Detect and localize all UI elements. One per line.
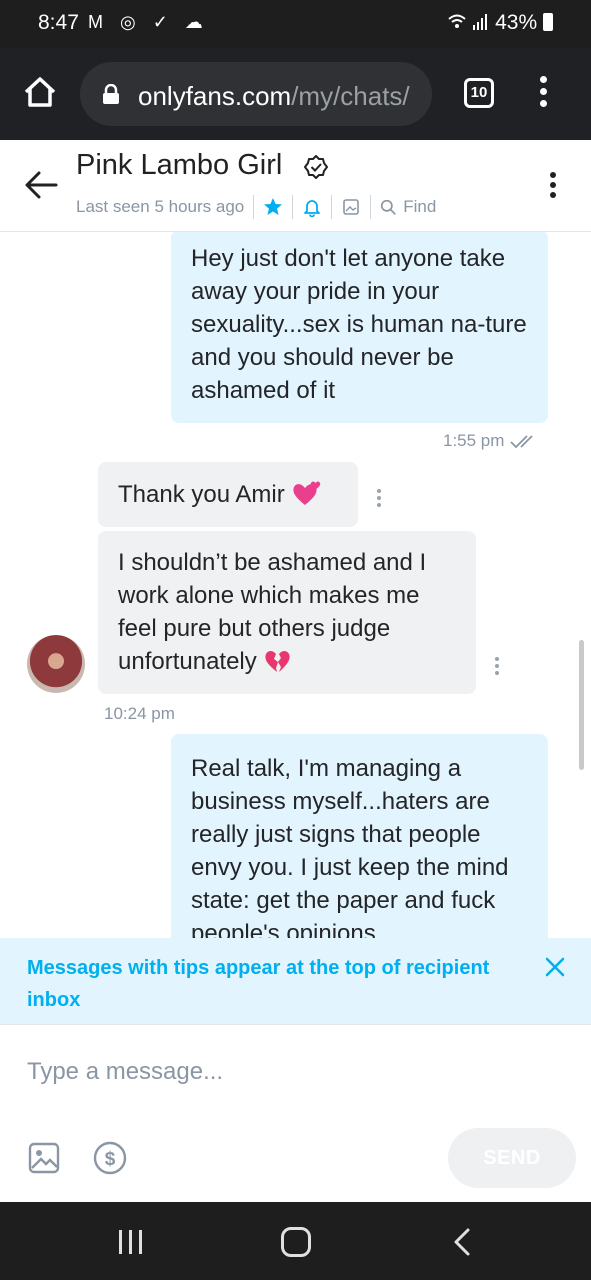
system-navigation-bar: [0, 1202, 591, 1280]
battery-icon: [543, 13, 553, 31]
gallery-icon[interactable]: [341, 197, 361, 217]
chat-options-button[interactable]: [548, 172, 558, 202]
bell-icon[interactable]: [302, 197, 322, 217]
svg-text:$: $: [105, 1149, 116, 1170]
read-receipt-icon: [510, 435, 533, 449]
message-options-button[interactable]: [376, 489, 382, 511]
tab-switcher-button[interactable]: 10: [464, 78, 494, 108]
back-nav-icon[interactable]: [452, 1227, 472, 1257]
home-nav-icon[interactable]: [281, 1227, 311, 1257]
send-tip-icon[interactable]: $: [93, 1141, 127, 1175]
two-hearts-emoji-icon: [293, 481, 321, 505]
status-bar: 8:47 M ◎ ✓ ☁ 43%: [0, 0, 591, 48]
divider: [331, 195, 333, 219]
back-arrow-icon[interactable]: [24, 170, 58, 200]
message-text: Real talk, I'm managing a business mysel…: [191, 755, 509, 938]
message-bubble-incoming[interactable]: I shouldn’t be ashamed and I work alone …: [98, 531, 476, 694]
contact-avatar[interactable]: [27, 635, 85, 693]
url-domain: onlyfans.com: [138, 81, 292, 111]
message-time: 1:55 pm: [443, 431, 539, 451]
message-list[interactable]: Hey just don't let anyone take away your…: [0, 232, 591, 938]
status-time: 8:47: [38, 11, 79, 34]
wifi-signal-icon: [447, 13, 491, 35]
send-button[interactable]: SEND: [448, 1128, 576, 1188]
find-button[interactable]: Find: [380, 197, 436, 217]
notification-icons: M ◎ ✓ ☁: [88, 12, 209, 32]
message-text: Hey just don't let anyone take away your…: [191, 245, 527, 404]
url-path: /my/chats/: [291, 81, 410, 111]
url-text: onlyfans.com/my/chats/: [138, 81, 410, 112]
message-options-button[interactable]: [494, 657, 500, 679]
broken-heart-emoji-icon: [265, 651, 291, 672]
lock-icon: [103, 84, 119, 104]
message-text: Thank you Amir: [118, 481, 285, 508]
message-bubble-incoming[interactable]: Thank you Amir: [98, 462, 358, 527]
tip-info-banner: Messages with tips appear at the top of …: [0, 938, 591, 1024]
recent-apps-icon[interactable]: [117, 1229, 145, 1255]
message-time-text: 1:55 pm: [443, 431, 505, 450]
chat-contact-name[interactable]: Pink Lambo Girl: [76, 149, 282, 182]
message-bubble-outgoing[interactable]: Hey just don't let anyone take away your…: [171, 232, 548, 423]
battery-percent: 43%: [495, 11, 538, 34]
divider: [253, 195, 255, 219]
close-icon[interactable]: [544, 956, 566, 978]
message-input[interactable]: [27, 1055, 567, 1089]
browser-toolbar: onlyfans.com/my/chats/ 10: [0, 48, 591, 140]
divider: [292, 195, 294, 219]
address-bar[interactable]: onlyfans.com/my/chats/: [80, 62, 432, 126]
chat-header: Pink Lambo Girl Last seen 5 hours ago Fi…: [0, 140, 591, 232]
star-icon[interactable]: [263, 197, 283, 217]
add-media-icon[interactable]: [28, 1142, 60, 1174]
divider: [370, 195, 372, 219]
tip-banner-text: Messages with tips appear at the top of …: [27, 957, 490, 1011]
battery-level: 43%: [495, 11, 553, 35]
browser-home-button[interactable]: [20, 72, 60, 112]
home-icon: [24, 77, 56, 107]
browser-menu-button[interactable]: [536, 76, 550, 112]
message-composer: $ SEND: [0, 1024, 591, 1202]
search-icon: [381, 199, 397, 215]
chat-subheader: Last seen 5 hours ago Find: [76, 194, 436, 220]
verified-badge-icon: [304, 155, 328, 179]
message-time: 10:24 pm: [104, 704, 175, 723]
scrollbar-thumb[interactable]: [579, 640, 584, 770]
find-label: Find: [403, 197, 437, 216]
last-seen-text: Last seen 5 hours ago: [76, 197, 245, 216]
message-bubble-outgoing[interactable]: Real talk, I'm managing a business mysel…: [171, 734, 548, 938]
